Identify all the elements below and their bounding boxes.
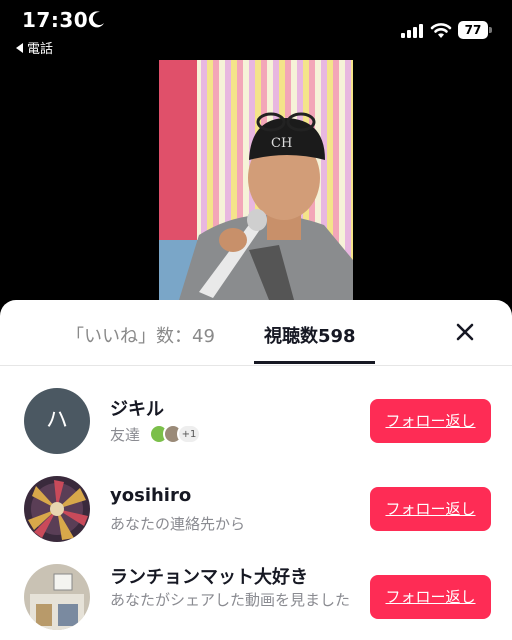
viewer-subtitle: あなたがシェアした動画を見ました: [110, 591, 351, 609]
battery-icon: 77: [458, 21, 492, 39]
sheet-tabs: 「いいね」数：49 視聴数598: [0, 300, 512, 366]
tab-views[interactable]: 視聴数598: [264, 322, 356, 348]
back-app-label: 電話: [27, 42, 54, 57]
avatar[interactable]: ハ: [24, 388, 90, 454]
video-thumbnail-image: CH: [159, 60, 353, 300]
list-item[interactable]: ハ ジキル 友達 +1 フォロー返し: [0, 367, 512, 455]
active-tab-indicator: [254, 361, 375, 364]
avatar[interactable]: [24, 476, 90, 542]
follow-back-button[interactable]: フォロー返し: [370, 487, 491, 531]
list-item[interactable]: ランチョンマット大好き あなたがシェアした動画を見ました フォロー返し: [0, 543, 512, 631]
close-icon[interactable]: [451, 318, 479, 346]
back-to-app-link[interactable]: 電話: [16, 38, 53, 57]
viewer-subtitle: 友達: [110, 426, 141, 444]
mutual-friends-avatars: +1: [149, 424, 201, 444]
status-bar: 17:30 電話 77: [0, 0, 512, 60]
wifi-icon: [430, 23, 452, 38]
viewer-name[interactable]: ジキル: [110, 395, 164, 421]
follow-back-button[interactable]: フォロー返し: [370, 399, 491, 443]
moon-icon: [88, 11, 104, 28]
friends-more-badge: +1: [177, 424, 201, 444]
back-arrow-icon: [16, 42, 23, 53]
viewers-sheet: 「いいね」数：49 視聴数598 ハ ジキル 友達 +1 フォロー返し yosi…: [0, 300, 512, 640]
viewer-name[interactable]: yosihiro: [110, 485, 191, 506]
video-preview[interactable]: CH: [159, 60, 353, 300]
battery-level: 77: [458, 21, 488, 39]
tab-likes[interactable]: 「いいね」数：49: [66, 322, 215, 348]
viewer-subtitle: あなたの連絡先から: [110, 515, 246, 533]
follow-back-button[interactable]: フォロー返し: [370, 575, 491, 619]
viewer-name[interactable]: ランチョンマット大好き: [110, 563, 308, 589]
list-item[interactable]: yosihiro あなたの連絡先から フォロー返し: [0, 455, 512, 543]
signal-icon: [401, 24, 423, 38]
status-time: 17:30: [22, 8, 89, 32]
avatar[interactable]: [24, 564, 90, 630]
svg-text:CH: CH: [271, 136, 292, 151]
